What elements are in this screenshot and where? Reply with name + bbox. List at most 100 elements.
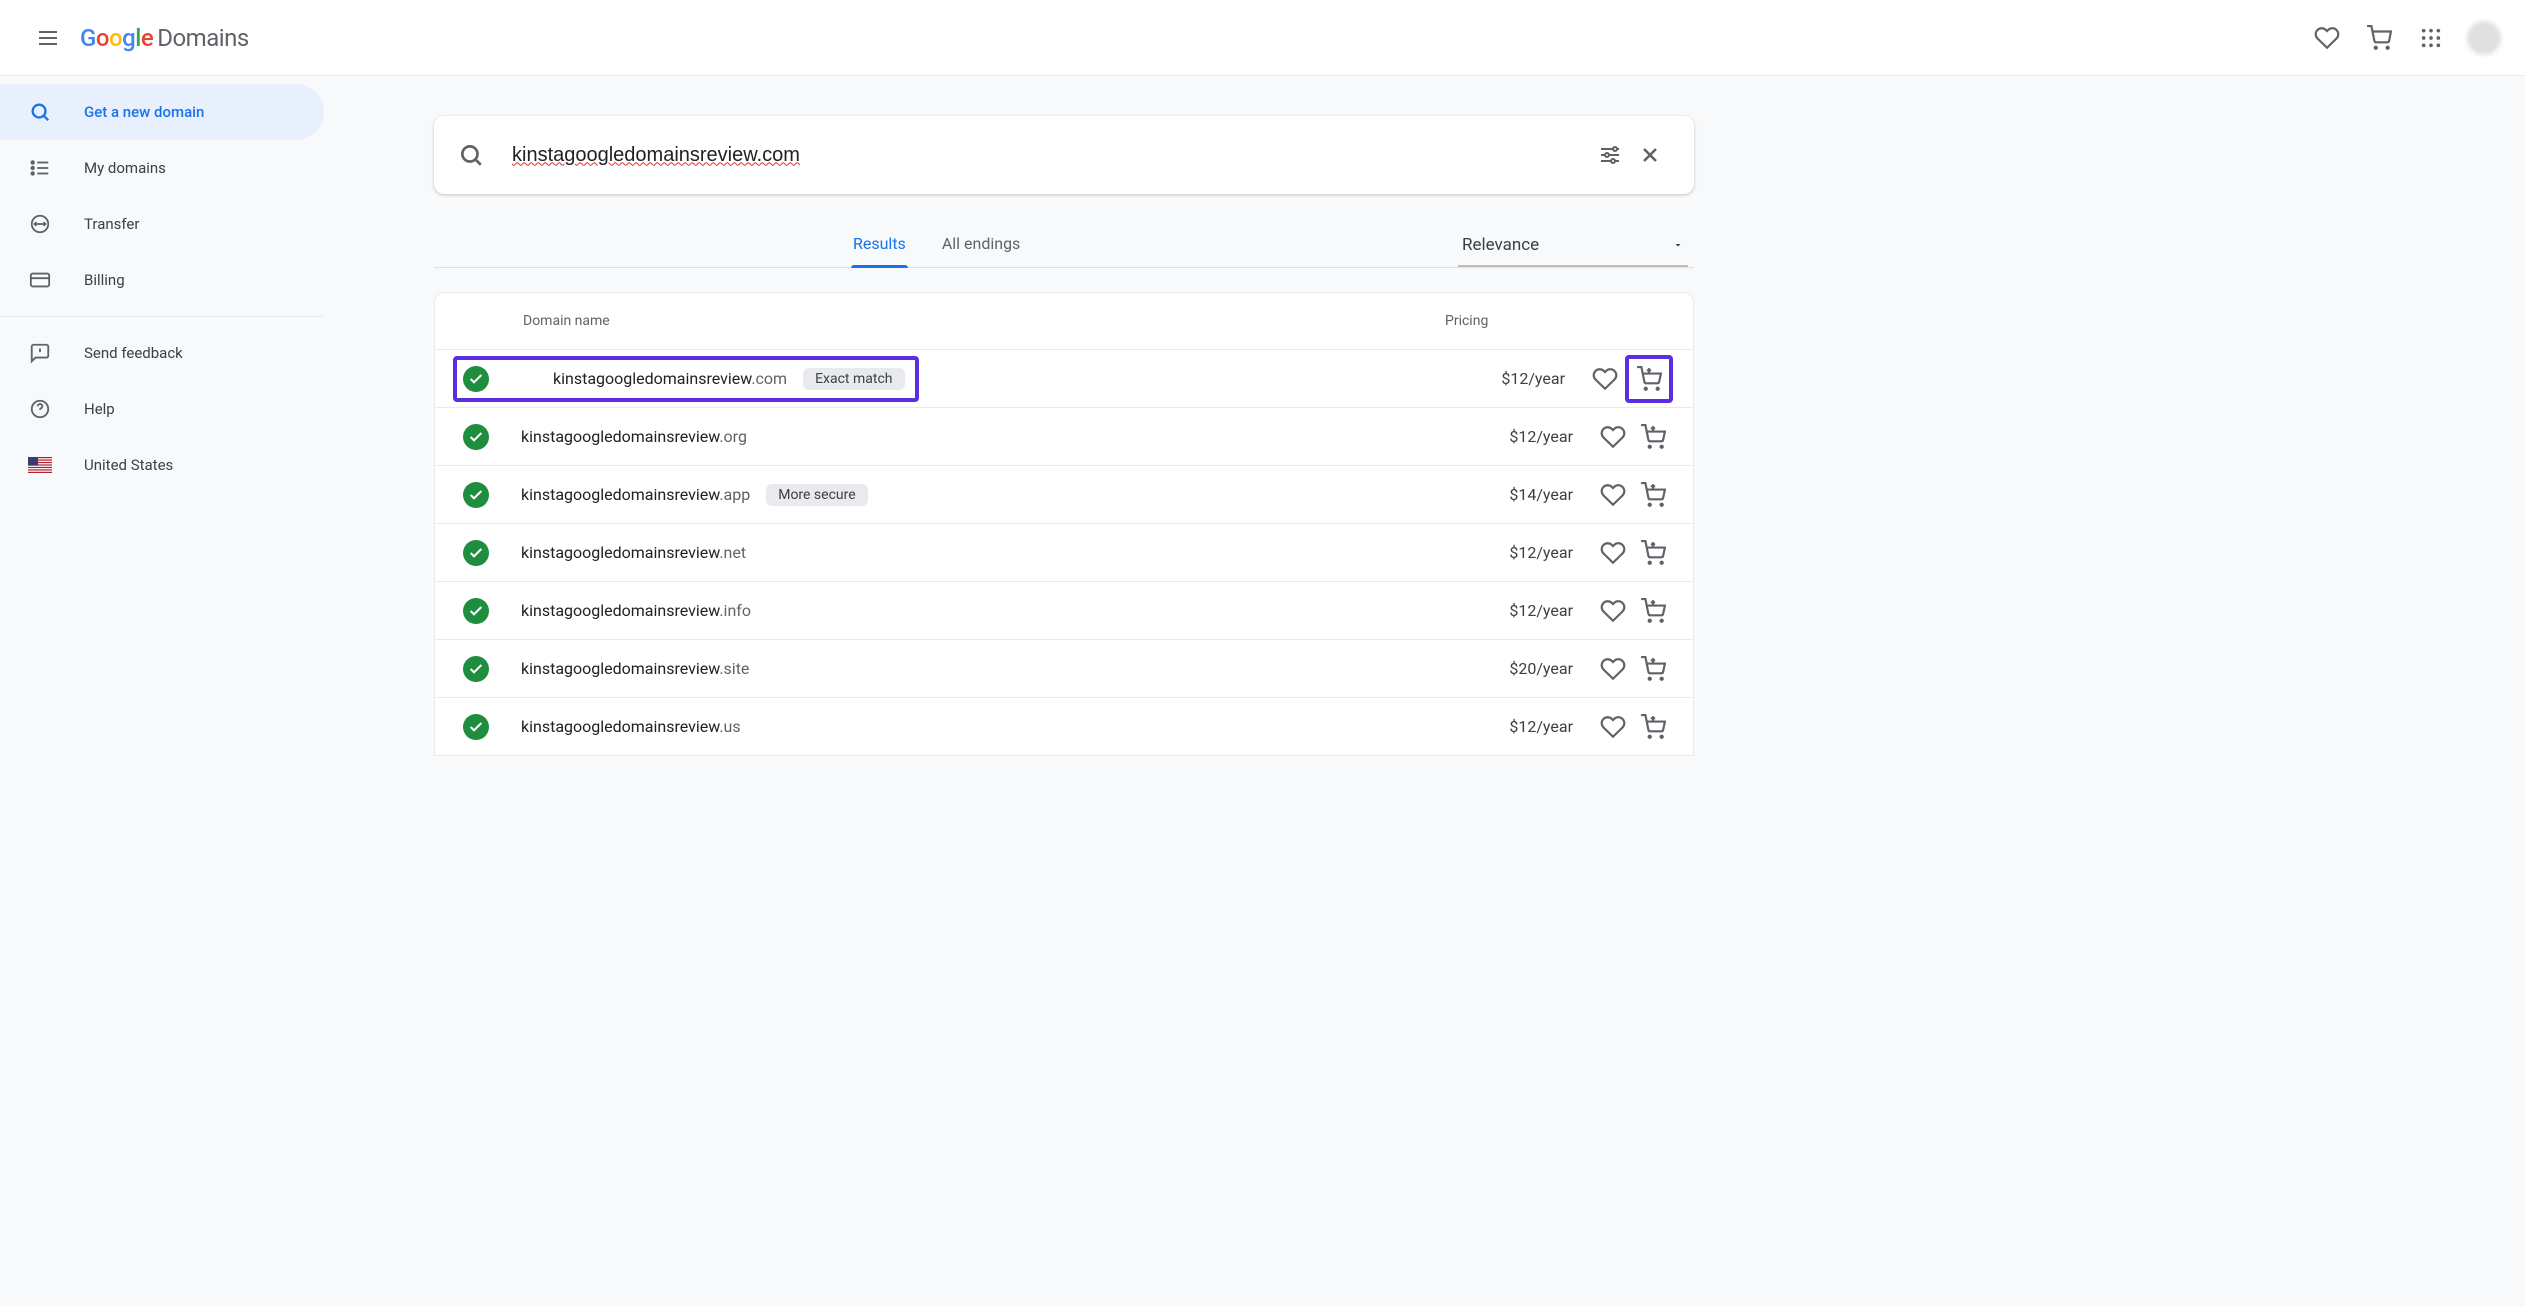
result-row[interactable]: kinstagoogledomainsreview.info $12/year [435,581,1693,639]
sidebar-item-region[interactable]: United States [0,437,324,493]
available-check-icon [463,366,489,392]
credit-card-icon [28,268,52,292]
result-row[interactable]: kinstagoogledomainsreview.appMore secure… [435,465,1693,523]
domain-price: $14/year [1493,485,1573,504]
domain-name: kinstagoogledomainsreview.us [521,717,1493,736]
column-header-name: Domain name [523,313,1445,329]
domain-search-input[interactable] [512,144,1590,167]
add-to-cart-button[interactable] [1633,475,1673,515]
exact-match-badge: Exact match [803,368,904,390]
result-row[interactable]: kinstagoogledomainsreview.us $12/year [435,697,1693,755]
sort-value: Relevance [1462,235,1539,255]
add-to-cart-button[interactable] [1629,359,1669,399]
main-content: Results All endings Relevance Domain nam… [324,76,1734,1306]
account-avatar[interactable] [2467,21,2501,55]
results-header-row: Domain name Pricing [435,293,1693,349]
domain-search-box [434,116,1694,194]
list-icon [28,156,52,180]
cart-button[interactable] [2355,14,2403,62]
sidebar-item-label: United States [84,456,173,474]
tune-icon [1598,143,1622,167]
favorite-button[interactable] [1593,533,1633,573]
sort-dropdown[interactable]: Relevance [1458,235,1688,267]
search-filters-button[interactable] [1590,135,1630,175]
favorite-button[interactable] [1585,359,1625,399]
available-check-icon [463,424,489,450]
heart-icon [1600,540,1626,566]
transfer-icon [28,212,52,236]
sidebar-item-feedback[interactable]: Send feedback [0,325,324,381]
heart-icon [1600,714,1626,740]
domain-name: kinstagoogledomainsreview.net [521,543,1493,562]
dropdown-arrow-icon [1672,239,1684,251]
domain-price: $12/year [1493,717,1573,736]
add-cart-icon [1640,424,1666,450]
results-tab-row: Results All endings Relevance [434,234,1694,268]
domain-name: kinstagoogledomainsreview.appMore secure [521,484,1493,506]
available-check-icon [463,714,489,740]
domain-name: kinstagoogledomainsreview.com Exact matc… [553,368,905,390]
heart-icon [1600,482,1626,508]
apps-launcher-button[interactable] [2407,14,2455,62]
sidebar-item-billing[interactable]: Billing [0,252,324,308]
sidebar-item-label: Get a new domain [84,103,204,121]
domain-price: $12/year [1493,543,1573,562]
favorite-button[interactable] [1593,475,1633,515]
heart-icon [2314,25,2340,51]
feedback-icon [28,341,52,365]
more-secure-badge: More secure [766,484,867,506]
sidebar-item-label: Billing [84,271,125,289]
available-check-icon [463,482,489,508]
results-table: Domain name Pricing kinstagoogledomainsr… [434,292,1694,756]
add-cart-icon [1640,598,1666,624]
add-to-cart-button[interactable] [1633,649,1673,689]
add-to-cart-button[interactable] [1633,533,1673,573]
available-check-icon [463,540,489,566]
cart-icon [2366,25,2392,51]
heart-icon [1600,656,1626,682]
result-row[interactable]: kinstagoogledomainsreview.net $12/year [435,523,1693,581]
heart-icon [1600,424,1626,450]
domain-price: $20/year [1493,659,1573,678]
domain-name: kinstagoogledomainsreview.org [521,427,1493,446]
favorite-button[interactable] [1593,707,1633,747]
sidebar-item-help[interactable]: Help [0,381,324,437]
add-cart-icon [1636,366,1662,392]
domain-price: $12/year [1493,427,1573,446]
favorite-button[interactable] [1593,649,1633,689]
available-check-icon [463,656,489,682]
favorite-button[interactable] [1593,417,1633,457]
search-icon [28,100,52,124]
favorite-button[interactable] [1593,591,1633,631]
domain-name: kinstagoogledomainsreview.site [521,659,1493,678]
add-to-cart-button[interactable] [1633,707,1673,747]
menu-icon [36,26,60,50]
hamburger-menu-button[interactable] [24,14,72,62]
search-icon [458,142,484,168]
column-header-price: Pricing [1445,313,1665,329]
add-cart-icon [1640,656,1666,682]
sidebar-item-transfer[interactable]: Transfer [0,196,324,252]
result-row[interactable]: kinstagoogledomainsreview.site $20/year [435,639,1693,697]
header-bar: Google Domains [0,0,2525,76]
sidebar-separator [0,316,324,317]
tab-all-endings[interactable]: All endings [924,234,1039,267]
help-icon [28,397,52,421]
add-cart-icon [1640,714,1666,740]
favorites-button[interactable] [2303,14,2351,62]
close-icon [1638,143,1662,167]
clear-search-button[interactable] [1630,135,1670,175]
tab-results[interactable]: Results [835,234,924,267]
result-row[interactable]: kinstagoogledomainsreview.org $12/year [435,407,1693,465]
available-check-icon [463,598,489,624]
sidebar-item-label: My domains [84,159,166,177]
add-to-cart-button[interactable] [1633,591,1673,631]
add-cart-icon [1640,540,1666,566]
sidebar-item-label: Transfer [84,215,139,233]
google-domains-logo[interactable]: Google Domains [80,24,249,52]
add-to-cart-button[interactable] [1633,417,1673,457]
sidebar-item-my-domains[interactable]: My domains [0,140,324,196]
sidebar-item-get-domain[interactable]: Get a new domain [0,84,324,140]
add-cart-icon [1640,482,1666,508]
result-row[interactable]: kinstagoogledomainsreview.com Exact matc… [435,349,1693,407]
